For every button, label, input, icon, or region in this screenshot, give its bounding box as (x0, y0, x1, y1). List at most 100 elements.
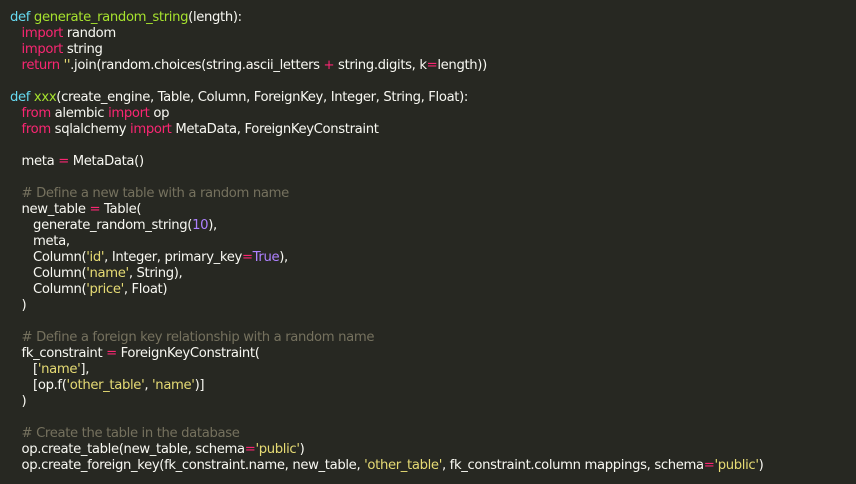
code-token-import: import (21, 42, 64, 57)
code-token-plain: , fk_constraint.column mappings, schema (441, 458, 704, 473)
code-token-plain: , Float) (123, 282, 168, 297)
code-token-op: = (241, 250, 253, 265)
code-line-empty[interactable] (10, 410, 856, 426)
code-token-plain: Column( (10, 250, 87, 265)
code-token-plain: MetaData, ForeignKeyConstraint (171, 122, 379, 137)
code-line[interactable]: op.create_table(new_table, schema='publi… (10, 442, 856, 458)
code-line[interactable]: # Define a new table with a random name (10, 186, 856, 202)
code-token-string: 'public' (255, 442, 300, 457)
code-token-plain: ) (758, 458, 764, 473)
code-token-string: 'name' (152, 378, 195, 393)
code-token-op: = (106, 346, 117, 361)
code-line[interactable]: from alembic import op (10, 106, 856, 122)
code-token-defname: xxx (33, 90, 57, 105)
code-line[interactable]: Column('id', Integer, primary_key=True), (10, 250, 856, 266)
code-token-plain: (create_engine, Table, Column, ForeignKe… (56, 90, 469, 105)
code-token-plain: .join(random.choices(string.ascii_letter… (70, 58, 324, 73)
code-line[interactable]: def xxx(create_engine, Table, Column, Fo… (10, 90, 856, 106)
code-token-plain: sqlalchemy (50, 122, 131, 137)
code-token-string: 'price' (86, 282, 124, 297)
code-line[interactable]: ['name'], (10, 362, 856, 378)
code-token-plain: fk_constraint (10, 346, 107, 361)
code-token-plain: , String), (128, 266, 183, 281)
code-token-plain: op.create_table(new_table, schema (10, 442, 246, 457)
code-token-plain: generate_random_string( (10, 218, 193, 233)
code-line-empty[interactable] (10, 74, 856, 90)
code-line[interactable]: def generate_random_string(length): (10, 10, 856, 26)
code-line[interactable]: # Define a foreign key relationship with… (10, 330, 856, 346)
code-line-empty[interactable] (10, 314, 856, 330)
code-token-plain: random (62, 26, 116, 41)
code-token-import: return (21, 58, 61, 73)
code-token-plain: ), (208, 218, 217, 233)
code-token-plain: op (149, 106, 170, 121)
code-token-import: from (21, 106, 52, 121)
code-line-empty[interactable] (10, 170, 856, 186)
code-token-plain: ForeignKeyConstraint( (116, 346, 260, 361)
code-line[interactable]: generate_random_string(10), (10, 218, 856, 234)
code-token-string: 'other_table' (364, 458, 442, 473)
code-token-plain: Table( (100, 202, 142, 217)
code-editor[interactable]: def generate_random_string(length): impo… (0, 0, 856, 484)
code-token-string: 'public' (714, 458, 759, 473)
code-token-import: import (21, 26, 64, 41)
code-token-op: = (89, 202, 101, 217)
code-token-plain: [ (10, 362, 38, 377)
code-line[interactable]: import random (10, 26, 856, 42)
code-line[interactable]: fk_constraint = ForeignKeyConstraint( (10, 346, 856, 362)
code-line[interactable]: return ''.join(random.choices(string.asc… (10, 58, 856, 74)
code-token-plain: ), (279, 250, 288, 265)
code-token-plain: length)) (437, 58, 487, 73)
code-token-number: 10 (192, 218, 209, 233)
code-token-op: + (323, 58, 335, 73)
code-token-const: True (252, 250, 280, 265)
code-line[interactable]: Column('name', String), (10, 266, 856, 282)
code-token-string: 'id' (86, 250, 105, 265)
code-token-import: import (130, 122, 172, 137)
code-token-string: 'name' (37, 362, 81, 377)
code-token-plain: , (144, 378, 153, 393)
code-token-import: import (108, 106, 150, 121)
code-token-op: = (58, 154, 69, 169)
code-token-plain: string (62, 42, 103, 57)
code-line[interactable]: # Create the table in the database (10, 426, 856, 442)
code-line[interactable]: ) (10, 394, 856, 410)
code-line[interactable]: Column('price', Float) (10, 282, 856, 298)
code-token-import: from (21, 122, 52, 137)
code-token-plain: (length): (188, 10, 242, 25)
code-line[interactable]: op.create_foreign_key(fk_constraint.name… (10, 458, 856, 474)
code-token-plain: new_table (10, 202, 90, 217)
code-token-plain: Column( (10, 282, 87, 297)
code-token-defname: generate_random_string (33, 10, 189, 25)
code-line[interactable]: from sqlalchemy import MetaData, Foreign… (10, 122, 856, 138)
code-token-plain: ) (299, 442, 305, 457)
code-token-op: = (426, 58, 438, 73)
code-token-string: 'other_table' (66, 378, 145, 393)
code-line[interactable]: [op.f('other_table', 'name')] (10, 378, 856, 394)
code-line[interactable]: new_table = Table( (10, 202, 856, 218)
code-line-empty[interactable] (10, 138, 856, 154)
code-token-plain: op.create_foreign_key(fk_constraint.name… (10, 458, 365, 473)
code-token-keyword: def (10, 10, 31, 25)
code-token-plain: , Integer, primary_key (104, 250, 242, 265)
code-token-plain: alembic (50, 106, 109, 121)
code-line[interactable]: import string (10, 42, 856, 58)
code-token-comment: # Define a new table with a random name (21, 186, 290, 201)
code-token-plain: meta, (10, 234, 70, 249)
code-token-keyword: def (10, 90, 31, 105)
code-line[interactable]: meta = MetaData() (10, 154, 856, 170)
code-token-op: = (703, 458, 715, 473)
code-area[interactable]: def generate_random_string(length): impo… (10, 10, 856, 474)
code-token-plain: MetaData() (68, 154, 144, 169)
code-token-plain: )] (194, 378, 205, 393)
code-line[interactable]: meta, (10, 234, 856, 250)
code-line[interactable]: ) (10, 298, 856, 314)
code-token-op: = (244, 442, 256, 457)
code-token-plain: ], (80, 362, 90, 377)
